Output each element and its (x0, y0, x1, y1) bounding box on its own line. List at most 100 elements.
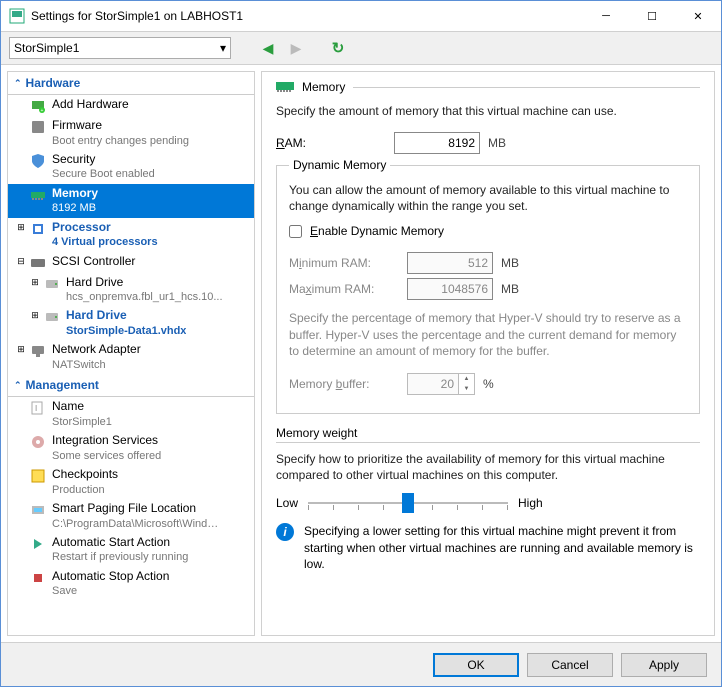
buffer-input (408, 374, 458, 394)
memory-icon (30, 187, 46, 203)
max-ram-input (407, 278, 493, 300)
tree-add-hardware[interactable]: + Add Hardware (8, 95, 254, 116)
firmware-icon (30, 119, 46, 135)
collapse-icon[interactable]: ⌃ (14, 78, 22, 89)
weight-high-label: High (518, 496, 543, 510)
max-ram-row: Maximum RAM: MB (289, 278, 687, 300)
dynamic-memory-text: You can allow the amount of memory avail… (289, 182, 687, 214)
cancel-button[interactable]: Cancel (527, 653, 613, 677)
svg-text:I: I (35, 404, 37, 413)
add-hardware-icon: + (30, 98, 46, 114)
vm-selector[interactable]: StorSimple1 ▾ (9, 37, 231, 59)
tree-autostart[interactable]: Automatic Start ActionRestart if previou… (8, 533, 254, 567)
expand-icon[interactable]: ⊞ (28, 275, 42, 289)
expand-icon[interactable]: ⊞ (28, 308, 42, 322)
minimize-button[interactable]: ─ (583, 1, 629, 31)
buffer-row: Memory buffer: ▲ ▼ % (289, 373, 687, 395)
chevron-down-icon: ▾ (220, 41, 226, 55)
panel-intro: Specify the amount of memory that this v… (276, 104, 700, 118)
min-ram-label: Minimum RAM: (289, 256, 399, 270)
checkpoint-icon (30, 468, 46, 484)
info-icon: i (276, 523, 294, 541)
tree-security[interactable]: SecuritySecure Boot enabled (8, 150, 254, 184)
scsi-icon (30, 255, 46, 271)
tree-firmware[interactable]: FirmwareBoot entry changes pending (8, 116, 254, 150)
enable-dynamic-checkbox[interactable] (289, 225, 302, 238)
services-icon (30, 434, 46, 450)
tree-network[interactable]: ⊞ Network AdapterNATSwitch (8, 340, 254, 374)
memory-icon (276, 80, 294, 94)
weight-slider[interactable] (308, 491, 508, 515)
weight-text: Specify how to prioritize the availabili… (276, 451, 700, 483)
weight-title: Memory weight (276, 426, 700, 440)
ram-label: RAM: (276, 136, 386, 150)
autostop-icon (30, 570, 46, 586)
svg-text:+: + (41, 108, 44, 114)
dynamic-memory-legend: Dynamic Memory (289, 158, 390, 172)
tree-name[interactable]: I NameStorSimple1 (8, 397, 254, 431)
expand-icon[interactable]: ⊞ (14, 342, 28, 356)
buffer-up: ▲ (459, 374, 474, 384)
close-button[interactable]: ✕ (675, 1, 721, 31)
expand-icon[interactable]: ⊞ (14, 220, 28, 234)
harddrive-icon (44, 276, 60, 292)
tree-scsi[interactable]: ⊟ SCSI Controller (8, 252, 254, 273)
window-title: Settings for StorSimple1 on LABHOST1 (31, 9, 243, 23)
maximize-button[interactable]: ☐ (629, 1, 675, 31)
dynamic-memory-group: Dynamic Memory You can allow the amount … (276, 158, 700, 414)
titlebar: Settings for StorSimple1 on LABHOST1 ─ ☐… (1, 1, 721, 31)
tree-autostop[interactable]: Automatic Stop ActionSave (8, 567, 254, 601)
name-icon: I (30, 400, 46, 416)
tree-smartpaging[interactable]: Smart Paging File LocationC:\ProgramData… (8, 499, 254, 533)
vm-selector-value: StorSimple1 (14, 41, 79, 55)
buffer-label: Memory buffer: (289, 377, 399, 391)
settings-tree: ⌃ Hardware + Add Hardware FirmwareBoot e… (7, 71, 255, 636)
info-text: Specifying a lower setting for this virt… (304, 523, 700, 572)
panel-header: Memory (276, 80, 700, 94)
min-ram-row: Minimum RAM: MB (289, 252, 687, 274)
harddrive-icon (44, 309, 60, 325)
weight-low-label: Low (276, 496, 298, 510)
dynamic-memory-desc: Specify the percentage of memory that Hy… (289, 310, 687, 359)
buffer-stepper: ▲ ▼ (407, 373, 475, 395)
apply-button[interactable]: Apply (621, 653, 707, 677)
dialog-footer: OK Cancel Apply (1, 642, 721, 686)
tree-hdd1[interactable]: ⊞ Hard Drivehcs_onpremva.fbl_ur1_hcs.10.… (8, 273, 254, 307)
collapse-icon[interactable]: ⊟ (14, 254, 28, 268)
tree-intsvc[interactable]: Integration ServicesSome services offere… (8, 431, 254, 465)
autostart-icon (30, 536, 46, 552)
weight-slider-row: Low High (276, 491, 700, 515)
app-icon (9, 8, 25, 24)
cpu-icon (30, 221, 46, 237)
ram-input[interactable] (394, 132, 480, 154)
slider-thumb[interactable] (402, 493, 414, 513)
enable-dynamic-label: Enable Dynamic Memory (310, 224, 444, 238)
hardware-header: ⌃ Hardware (8, 72, 254, 95)
refresh-button[interactable]: ↻ (327, 37, 349, 59)
buffer-unit: % (483, 377, 509, 391)
min-ram-unit: MB (501, 256, 527, 270)
ram-row: RAM: MB (276, 132, 700, 154)
nav-forward-button[interactable]: ▶ (285, 37, 307, 59)
info-row: i Specifying a lower setting for this vi… (276, 523, 700, 572)
nav-back-button[interactable]: ◀ (257, 37, 279, 59)
management-header: ⌃ Management (8, 374, 254, 397)
max-ram-unit: MB (501, 282, 527, 296)
tree-hdd2[interactable]: ⊞ Hard DriveStorSimple-Data1.vhdx (8, 306, 254, 340)
main-area: ⌃ Hardware + Add Hardware FirmwareBoot e… (1, 65, 721, 642)
tree-memory[interactable]: Memory8192 MB (8, 184, 254, 218)
paging-icon (30, 502, 46, 518)
toolbar: StorSimple1 ▾ ◀ ▶ ↻ (1, 31, 721, 65)
tree-checkpoints[interactable]: CheckpointsProduction (8, 465, 254, 499)
min-ram-input (407, 252, 493, 274)
tree-processor[interactable]: ⊞ Processor4 Virtual processors (8, 218, 254, 252)
network-icon (30, 343, 46, 359)
collapse-icon[interactable]: ⌃ (14, 380, 22, 391)
shield-icon (30, 153, 46, 169)
settings-panel: Memory Specify the amount of memory that… (261, 71, 715, 636)
ok-button[interactable]: OK (433, 653, 519, 677)
max-ram-label: Maximum RAM: (289, 282, 399, 296)
ram-unit: MB (488, 136, 514, 150)
panel-title: Memory (302, 80, 345, 94)
enable-dynamic-row: Enable Dynamic Memory (289, 224, 687, 238)
